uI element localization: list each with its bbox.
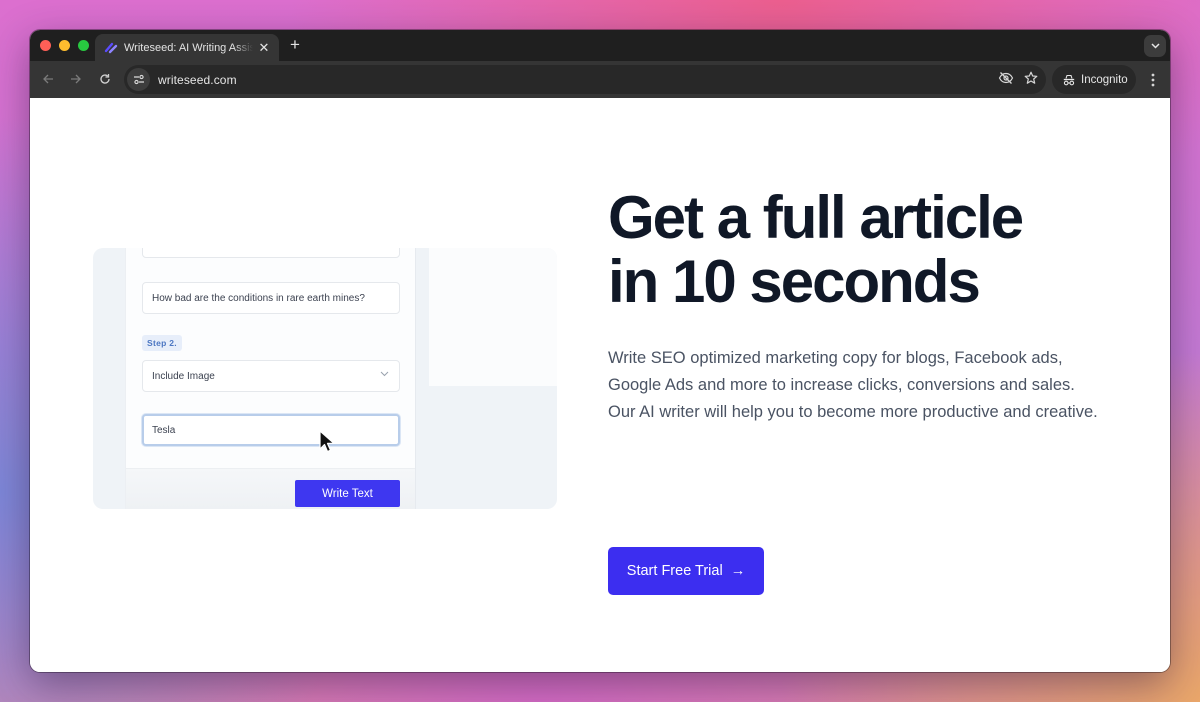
writeseed-logo-icon <box>104 42 118 53</box>
url-text[interactable]: writeseed.com <box>158 73 237 87</box>
incognito-indicator[interactable]: Incognito <box>1052 65 1136 94</box>
start-free-trial-button[interactable]: Start Free Trial → <box>608 547 764 595</box>
incognito-label: Incognito <box>1081 73 1128 86</box>
eye-slash-icon[interactable] <box>998 71 1014 85</box>
mouse-pointer-icon <box>319 430 335 453</box>
browser-menu-button[interactable] <box>1146 71 1160 89</box>
close-window-button[interactable] <box>40 40 51 51</box>
minimize-window-button[interactable] <box>59 40 70 51</box>
demo-form-panel: How bad are the conditions in rare earth… <box>125 248 416 509</box>
headline-line-2: in 10 seconds <box>608 248 981 315</box>
step-badge: Step 2. <box>142 335 182 351</box>
demo-keyword-field: Tesla <box>142 414 400 446</box>
back-arrow-icon <box>43 74 53 84</box>
back-button[interactable] <box>39 70 57 88</box>
address-bar[interactable]: writeseed.com <box>124 65 1046 94</box>
reload-icon <box>100 74 110 84</box>
new-tab-button[interactable]: + <box>286 36 304 54</box>
kebab-menu-icon <box>1151 73 1155 87</box>
demo-question-text: How bad are the conditions in rare earth… <box>152 292 365 304</box>
maximize-window-button[interactable] <box>78 40 89 51</box>
window-controls <box>40 40 89 51</box>
tab-title: Writeseed: AI Writing Assistant <box>124 41 253 54</box>
hero-section: Get a full article in 10 seconds Write S… <box>608 186 1128 426</box>
browser-toolbar: writeseed.com Incognito <box>30 61 1170 98</box>
hero-headline: Get a full article in 10 seconds <box>608 186 1128 314</box>
hero-description: Write SEO optimized marketing copy for b… <box>608 349 1098 421</box>
demo-background-panel <box>429 248 557 386</box>
site-info-icon <box>133 74 144 85</box>
incognito-icon <box>1063 74 1075 85</box>
star-icon[interactable] <box>1024 71 1038 85</box>
arrow-right-icon: → <box>730 563 746 579</box>
forward-arrow-icon <box>71 74 81 84</box>
browser-tab-active[interactable]: Writeseed: AI Writing Assistant ✕ <box>95 34 279 61</box>
browser-window: Writeseed: AI Writing Assistant ✕ + writ… <box>30 30 1170 672</box>
tab-search-button[interactable] <box>1144 35 1166 57</box>
chevron-down-icon <box>1150 43 1160 49</box>
webpage: How bad are the conditions in rare earth… <box>30 98 1170 672</box>
cta-label: Start Free Trial <box>626 563 723 579</box>
demo-keyword-text: Tesla <box>152 424 176 436</box>
demo-write-text-button: Write Text <box>295 480 400 507</box>
product-demo-preview: How bad are the conditions in rare earth… <box>93 248 557 509</box>
reload-button[interactable] <box>96 70 114 88</box>
tab-strip: Writeseed: AI Writing Assistant ✕ + <box>30 30 1170 61</box>
forward-button[interactable] <box>67 70 85 88</box>
demo-question-field: How bad are the conditions in rare earth… <box>142 282 400 314</box>
demo-include-image-select: Include Image <box>142 360 400 392</box>
chevron-down-icon <box>380 371 389 377</box>
headline-line-1: Get a full article <box>608 184 1024 251</box>
demo-select-value: Include Image <box>152 370 215 382</box>
tab-close-icon[interactable]: ✕ <box>257 40 271 56</box>
demo-topic-field <box>142 248 400 258</box>
site-info-button[interactable] <box>127 68 150 91</box>
